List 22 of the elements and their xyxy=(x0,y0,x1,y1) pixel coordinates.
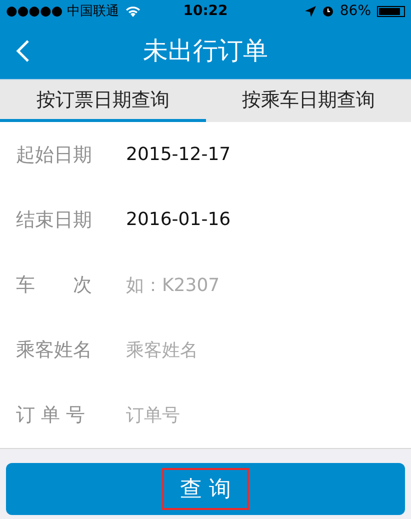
input-field[interactable]: 2016-01-16 xyxy=(126,207,366,232)
carrier-name: ●●●●● 中国联通 xyxy=(6,3,119,20)
battery-percent: 86% xyxy=(340,3,371,19)
tab[interactable]: 按订票日期查询 xyxy=(0,80,206,122)
tab[interactable]: 按乘车日期查询 xyxy=(206,80,411,122)
input-field[interactable]: 乘客姓名 xyxy=(126,338,366,363)
location-icon xyxy=(304,6,316,16)
page-title: 未出行订单 xyxy=(143,35,268,67)
field-label: 结束日期 xyxy=(16,208,93,233)
input-field[interactable]: 2015-12-17 xyxy=(126,142,366,168)
back-icon[interactable] xyxy=(16,38,30,62)
input-field[interactable]: 订单号 xyxy=(126,402,366,428)
field-label: 乘客姓名 xyxy=(16,338,93,364)
status-time: 10:22 xyxy=(183,3,228,19)
wifi-icon xyxy=(124,5,141,17)
field-label: 车 次 xyxy=(16,273,93,298)
input-field[interactable]: 如：K2307 xyxy=(126,272,366,298)
field-label: 订 单 号 xyxy=(16,403,86,428)
query-button[interactable]: 查 询 xyxy=(6,463,405,515)
alarm-icon xyxy=(322,5,334,17)
battery-icon xyxy=(377,6,405,16)
field-label: 起始日期 xyxy=(16,142,93,168)
